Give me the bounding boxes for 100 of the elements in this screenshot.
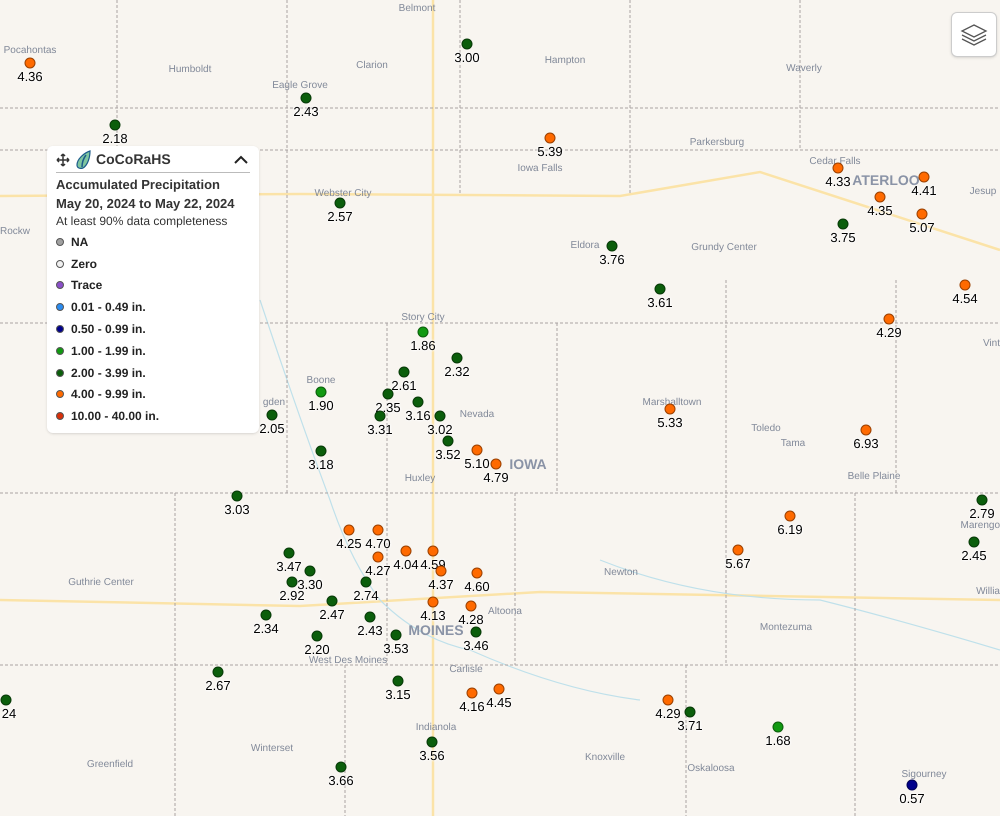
precipitation-value: 3.15 <box>385 688 411 701</box>
precipitation-value: 4.41 <box>911 184 937 197</box>
precipitation-value: 5.67 <box>725 557 751 570</box>
legend-label: 0.50 - 0.99 in. <box>71 321 146 338</box>
legend-label: 0.01 - 0.49 in. <box>71 299 146 316</box>
town-label: Rockw <box>0 227 30 237</box>
legend-label: 4.00 - 9.99 in. <box>71 386 146 404</box>
precipitation-value: 4.37 <box>428 578 454 591</box>
precipitation-value: 3.46 <box>463 639 489 652</box>
precipitation-value: 4.35 <box>867 204 893 217</box>
town-label: Eagle Grove <box>272 81 328 91</box>
town-label: Nevada <box>460 410 494 420</box>
precipitation-value: 4.79 <box>483 471 509 484</box>
precipitation-value: 6.19 <box>777 523 803 536</box>
precipitation-value: 3.00 <box>454 51 480 64</box>
town-label: Belle Plaine <box>848 472 900 482</box>
precipitation-value: 5.33 <box>657 416 683 429</box>
precipitation-value: 4.70 <box>365 537 391 550</box>
town-label: Boone <box>306 376 336 386</box>
precipitation-value: 24 <box>2 707 16 720</box>
town-label: Marshalltown <box>642 398 702 408</box>
legend-dates: May 20, 2024 to May 22, 2024 <box>56 195 236 213</box>
precipitation-value: 4.54 <box>952 292 978 305</box>
town-label: Hampton <box>544 56 586 66</box>
precipitation-value: 2.43 <box>293 105 319 118</box>
town-label: Carlisle <box>449 665 483 675</box>
town-label: Altoona <box>488 607 522 617</box>
station-marker[interactable] <box>490 458 502 470</box>
precipitation-value: 4.04 <box>393 558 419 571</box>
precipitation-value: 3.47 <box>276 560 302 573</box>
precipitation-value: 4.60 <box>464 580 490 593</box>
legend-note: At least 90% data completeness <box>56 213 228 230</box>
precipitation-value: 3.52 <box>435 448 461 461</box>
town-label: ATERLOO <box>852 173 920 187</box>
precipitation-value: 2.74 <box>353 589 379 602</box>
town-label: Cedar Falls <box>809 157 861 167</box>
precipitation-value: 3.71 <box>677 719 703 732</box>
precipitation-value: 3.61 <box>647 296 673 309</box>
town-label: Knoxville <box>584 753 626 763</box>
town-label: Vint <box>982 339 1000 349</box>
precipitation-value: 3.76 <box>599 253 625 266</box>
town-label: Marengo <box>960 521 1000 531</box>
legend-brand: CoCoRaHS <box>96 150 171 169</box>
precipitation-value: 3.53 <box>383 642 409 655</box>
town-label: Winterset <box>250 744 294 754</box>
station-marker[interactable] <box>470 626 482 638</box>
legend-label: NA <box>71 234 88 251</box>
precipitation-value: 0.57 <box>899 792 925 805</box>
town-label: Willia <box>976 587 1000 597</box>
precipitation-value: 3.75 <box>830 231 856 244</box>
legend-label: Zero <box>71 256 98 273</box>
station-marker[interactable] <box>374 410 386 422</box>
town-label: IOWA <box>509 457 547 471</box>
legend-label: 1.00 - 1.99 in. <box>71 342 146 360</box>
town-label: Iowa Falls <box>518 164 562 174</box>
precipitation-value: 4.33 <box>825 175 851 188</box>
precipitation-value: 3.03 <box>224 503 250 516</box>
town-label: Toledo <box>751 424 781 434</box>
precipitation-value: 1.86 <box>410 339 436 352</box>
town-label: Montezuma <box>760 623 812 633</box>
town-label: Pocahontas <box>4 46 56 56</box>
precipitation-value: 4.45 <box>486 696 512 709</box>
precipitation-value: 4.29 <box>876 326 902 339</box>
precipitation-value: 3.31 <box>367 423 393 436</box>
precipitation-value: 2.92 <box>279 589 305 602</box>
precipitation-value: 2.18 <box>102 132 128 145</box>
precipitation-value: 5.39 <box>537 145 563 158</box>
station-marker[interactable] <box>442 436 454 446</box>
precipitation-value: 5.07 <box>909 221 935 234</box>
town-label: Webster City <box>314 189 372 199</box>
precipitation-value: 4.27 <box>365 564 391 577</box>
precipitation-value: 3.18 <box>308 458 334 471</box>
precipitation-value: 3.56 <box>419 749 445 762</box>
precipitation-value: 2.79 <box>969 507 995 520</box>
layers-button[interactable] <box>951 12 997 57</box>
legend-label: Trace <box>71 277 102 294</box>
town-label: Oskaloosa <box>687 764 735 774</box>
town-label: Parkersburg <box>690 138 744 148</box>
precipitation-value: 4.36 <box>17 70 43 83</box>
town-label: Tama <box>780 439 806 449</box>
precipitation-value: 2.05 <box>259 422 285 435</box>
precipitation-value: 3.30 <box>297 578 323 591</box>
move-icon[interactable] <box>56 152 70 166</box>
precipitation-value: 3.16 <box>405 409 431 422</box>
town-label: gden <box>262 398 286 408</box>
precipitation-value: 4.28 <box>458 613 484 626</box>
town-label: West Des Moines <box>308 656 388 666</box>
station-marker[interactable] <box>664 404 676 414</box>
town-label: Clarion <box>356 61 388 71</box>
town-label: Eldora <box>570 241 600 251</box>
precipitation-value: 4.16 <box>459 700 485 713</box>
precipitation-value: 2.32 <box>444 365 470 378</box>
town-label: Greenfield <box>86 760 134 770</box>
precipitation-value: 4.13 <box>420 609 446 622</box>
precipitation-value: 1.90 <box>308 399 334 412</box>
precipitation-value: 3.02 <box>427 423 453 436</box>
precipitation-value: 4.25 <box>336 537 362 550</box>
raindrop-logo-icon <box>74 150 92 170</box>
precipitation-value: 2.43 <box>357 624 383 637</box>
town-label: Humboldt <box>168 65 212 75</box>
